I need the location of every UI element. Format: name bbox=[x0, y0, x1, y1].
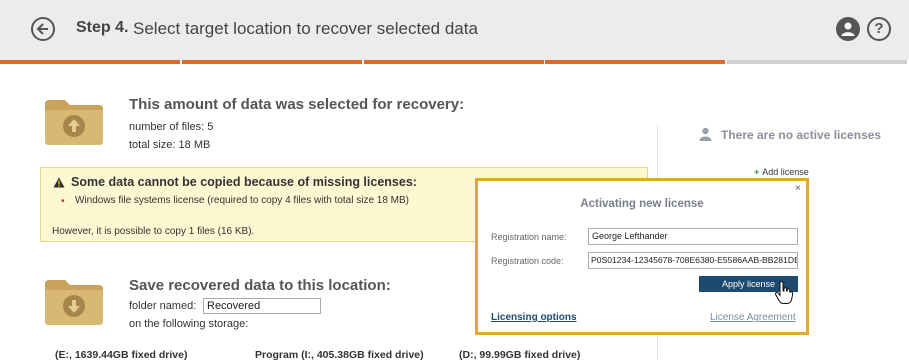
progress-segment bbox=[727, 60, 907, 64]
warning-note: However, it is possible to copy 1 files … bbox=[52, 226, 255, 237]
folder-save-icon bbox=[43, 276, 105, 326]
selection-title: This amount of data was selected for rec… bbox=[129, 96, 465, 113]
user-icon bbox=[841, 22, 855, 36]
license-agreement-link[interactable]: License Agreement bbox=[710, 312, 796, 323]
close-icon[interactable]: × bbox=[795, 183, 801, 194]
step-number: Step 4. bbox=[76, 19, 129, 36]
progress-segment bbox=[0, 60, 180, 64]
warning-item: Windows file systems license (required t… bbox=[75, 195, 410, 206]
drive-option[interactable]: (D:, 99.99GB fixed drive) bbox=[459, 349, 580, 361]
add-license-label: Add license bbox=[762, 167, 809, 177]
folder-name-input[interactable]: Recovered bbox=[203, 298, 321, 314]
save-location-title: Save recovered data to this location: bbox=[129, 277, 391, 294]
person-icon bbox=[699, 127, 712, 141]
progress-segment bbox=[182, 60, 362, 64]
activate-license-dialog: × Activating new license Registration na… bbox=[475, 178, 809, 335]
progress-segment bbox=[545, 60, 725, 64]
add-license-link[interactable]: + Add license bbox=[754, 167, 809, 177]
page-title: Select target location to recover select… bbox=[133, 19, 478, 38]
progress-segment bbox=[364, 60, 544, 64]
warning-icon bbox=[53, 177, 65, 188]
registration-name-label: Registration name: bbox=[491, 232, 567, 242]
no-licenses-label: There are no active licenses bbox=[721, 128, 882, 142]
drive-option[interactable]: Program (I:, 405.38GB fixed drive) bbox=[255, 349, 424, 361]
user-account-button[interactable] bbox=[836, 17, 860, 41]
warning-title: Some data cannot be copied because of mi… bbox=[71, 175, 417, 189]
dialog-title: Activating new license bbox=[580, 198, 704, 210]
folder-name-label: folder named: bbox=[129, 300, 197, 312]
folder-selected-icon bbox=[43, 96, 105, 146]
back-button[interactable] bbox=[31, 17, 55, 41]
registration-name-input[interactable]: George Lefthander bbox=[588, 228, 798, 245]
storage-label: on the following storage: bbox=[129, 318, 249, 330]
drive-option[interactable]: (E:, 1639.44GB fixed drive) bbox=[55, 349, 187, 361]
plus-icon: + bbox=[754, 167, 760, 177]
back-arrow-icon bbox=[36, 23, 48, 35]
registration-code-label: Registration code: bbox=[491, 256, 564, 266]
registration-code-input[interactable]: P0S01234-12345678-708E6380-E5586AAB-BB28… bbox=[588, 252, 798, 269]
warning-bullet: • bbox=[61, 195, 65, 207]
total-size: total size: 18 MB bbox=[129, 139, 211, 151]
hand-cursor-icon bbox=[774, 281, 794, 304]
help-button[interactable]: ? bbox=[867, 17, 891, 41]
files-count: number of files: 5 bbox=[129, 121, 214, 133]
licensing-options-link[interactable]: Licensing options bbox=[491, 312, 577, 323]
